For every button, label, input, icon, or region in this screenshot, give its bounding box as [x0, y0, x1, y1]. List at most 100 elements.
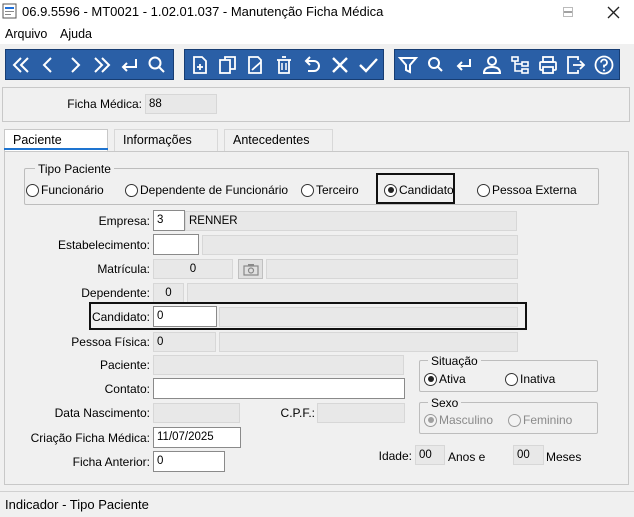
last-button[interactable]: [89, 52, 115, 78]
maximize-button[interactable]: [548, 0, 588, 24]
cpf-field: [317, 403, 405, 423]
exit-button[interactable]: [563, 52, 589, 78]
user-button[interactable]: [479, 52, 505, 78]
radio-terceiro-label: Terceiro: [316, 183, 359, 197]
radio-dependente-circle: [125, 183, 138, 197]
sexo-title: Sexo: [428, 396, 462, 410]
undo-icon: [304, 56, 320, 72]
return-button[interactable]: [451, 52, 477, 78]
radio-masculino-label: Masculino: [439, 413, 494, 427]
last-icon: [94, 57, 111, 73]
radio-pessoa-externa[interactable]: Pessoa Externa: [477, 183, 577, 197]
contato-input[interactable]: [153, 378, 405, 399]
goto-icon: [121, 59, 137, 72]
toolbar-misc: [394, 49, 620, 80]
meses-label: Meses: [546, 450, 582, 464]
first-button[interactable]: [8, 52, 34, 78]
paciente-label: Paciente:: [99, 358, 150, 372]
dependente-field: 0: [153, 283, 184, 303]
delete-button[interactable]: [271, 52, 297, 78]
estabelecimento-code-input[interactable]: [153, 234, 199, 255]
ficha-medica-field: 88: [145, 94, 217, 114]
search-button[interactable]: [144, 52, 170, 78]
situacao-title: Situação: [428, 354, 481, 368]
dependente-name-field: [187, 283, 518, 303]
menu-bar: [0, 24, 634, 44]
maximize-icon: [563, 7, 573, 17]
matricula-name-field: [266, 259, 518, 279]
help-button[interactable]: [591, 52, 617, 78]
criacao-ficha-label: Criação Ficha Médica:: [30, 431, 150, 445]
tab-informacoes[interactable]: Informações: [114, 129, 218, 151]
cancel-button[interactable]: [327, 52, 353, 78]
radio-pessoa-externa-circle: [477, 183, 490, 197]
tipo-paciente-title: Tipo Paciente: [35, 162, 114, 176]
save-button[interactable]: [355, 52, 381, 78]
filter-icon: [397, 57, 419, 74]
ficha-medica-label: Ficha Médica:: [67, 97, 142, 111]
paciente-field: [153, 355, 404, 375]
toolbar-edit: [184, 49, 384, 80]
search-icon: [148, 56, 165, 73]
radio-inativa-label: Inativa: [520, 372, 556, 386]
data-nascimento-field: [153, 403, 240, 423]
structure-button[interactable]: [507, 52, 533, 78]
pessoa-fisica-field: 0: [153, 332, 216, 352]
close-icon: [607, 6, 619, 18]
radio-funcionario-label: Funcionário: [41, 183, 104, 197]
data-nascimento-label: Data Nascimento:: [54, 406, 150, 420]
radio-candidato[interactable]: Candidato: [384, 183, 454, 197]
radio-ativa[interactable]: Ativa: [424, 372, 466, 386]
radio-masculino[interactable]: Masculino: [424, 413, 493, 427]
active-tab-indicator: [4, 148, 108, 150]
radio-dependente-label: Dependente de Funcionário: [140, 183, 289, 197]
matricula-photo-button[interactable]: [238, 259, 263, 279]
edit-icon: [248, 56, 262, 74]
previous-icon: [42, 57, 52, 73]
query-button[interactable]: [423, 52, 449, 78]
idade-anos-field: 00: [415, 445, 445, 465]
radio-feminino-label: Feminino: [523, 413, 573, 427]
candidato-input[interactable]: 0: [153, 306, 217, 327]
pessoa-fisica-name-field: [219, 332, 518, 352]
print-icon: [539, 56, 557, 74]
radio-pessoa-externa-label: Pessoa Externa: [492, 183, 577, 197]
radio-candidato-label: Candidato: [399, 183, 454, 197]
radio-inativa[interactable]: Inativa: [505, 372, 555, 386]
radio-feminino[interactable]: Feminino: [508, 413, 572, 427]
add-button[interactable]: [187, 52, 213, 78]
empresa-name-field: RENNER: [185, 211, 517, 231]
add-icon: [193, 56, 207, 74]
dependente-label: Dependente:: [81, 286, 150, 300]
toolbar-navigation: [5, 49, 174, 80]
close-button[interactable]: [592, 0, 634, 24]
next-button[interactable]: [62, 52, 88, 78]
goto-button[interactable]: [116, 52, 142, 78]
tab-antecedentes[interactable]: Antecedentes: [224, 129, 333, 151]
status-text: Indicador - Tipo Paciente: [5, 497, 149, 512]
cancel-icon: [332, 57, 348, 73]
print-button[interactable]: [535, 52, 561, 78]
radio-funcionario[interactable]: Funcionário: [26, 183, 104, 197]
estabelecimento-name-field: [202, 235, 518, 255]
copy-button[interactable]: [215, 52, 241, 78]
ficha-anterior-input[interactable]: 0: [153, 451, 225, 472]
idade-meses-field: 00: [513, 445, 544, 465]
candidato-name-field: [219, 307, 518, 327]
contato-label: Contato:: [104, 382, 150, 396]
pessoa-fisica-label: Pessoa Física:: [71, 335, 150, 349]
candidato-label: Candidato:: [91, 310, 150, 324]
idade-label: Idade:: [378, 449, 412, 463]
undo-button[interactable]: [299, 52, 325, 78]
previous-button[interactable]: [35, 52, 61, 78]
menu-arquivo[interactable]: Arquivo: [5, 27, 47, 41]
edit-button[interactable]: [243, 52, 269, 78]
menu-ajuda[interactable]: Ajuda: [60, 27, 92, 41]
radio-terceiro[interactable]: Terceiro: [301, 183, 359, 197]
radio-dependente-funcionario[interactable]: Dependente de Funcionário: [125, 183, 288, 197]
radio-terceiro-circle: [301, 183, 314, 197]
criacao-ficha-input[interactable]: 11/07/2025: [153, 427, 241, 448]
structure-icon: [511, 56, 529, 74]
empresa-code-input[interactable]: 3: [153, 210, 185, 231]
filter-button[interactable]: [395, 52, 421, 78]
